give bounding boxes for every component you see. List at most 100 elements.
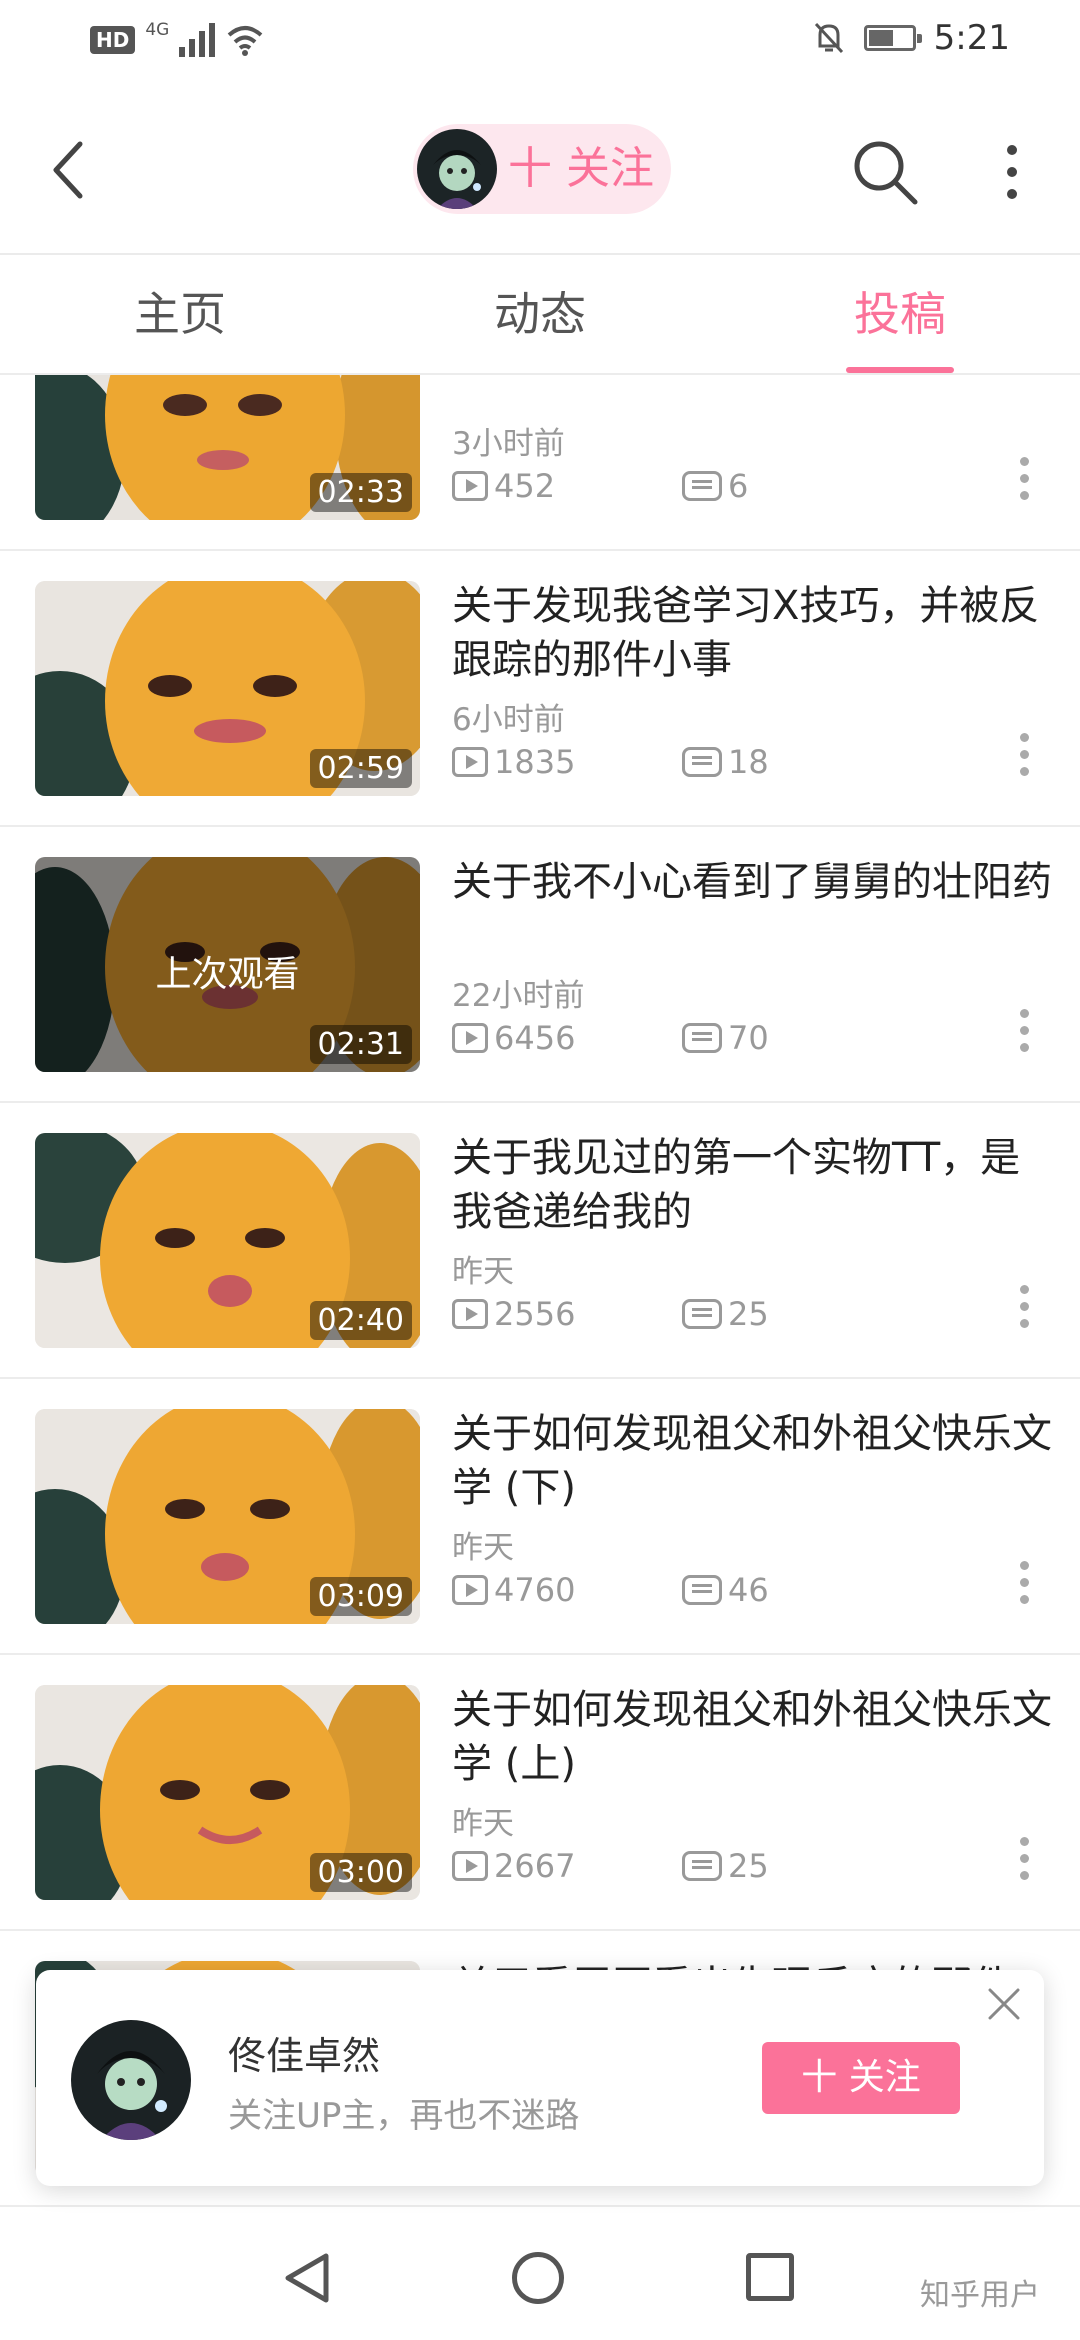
- comment-icon: [682, 747, 722, 777]
- active-tab-indicator: [846, 367, 954, 373]
- video-list[interactable]: 02:33 3小时前 452 6 02:59 关于发现我爸学习X技巧，并被反跟踪…: [0, 375, 1080, 2220]
- follow-label: 十 关注: [508, 143, 654, 194]
- comment-count: 25: [682, 1844, 769, 1888]
- status-right: 5:21: [812, 18, 1010, 58]
- view-count: 4760: [452, 1568, 575, 1612]
- video-title[interactable]: 关于如何发现祖父和外祖父快乐文学 (下): [452, 1407, 1052, 1515]
- comment-icon: [682, 471, 722, 501]
- video-stats: 452 6: [452, 464, 1052, 508]
- battery-icon: [863, 25, 922, 51]
- video-duration: 02:31: [309, 1025, 412, 1064]
- mute-bell-icon: [814, 22, 843, 54]
- play-count-icon: [452, 471, 488, 501]
- play-count-icon: [452, 1299, 488, 1329]
- avatar[interactable]: [71, 2020, 191, 2140]
- watermark: 知乎用户: [920, 2278, 1040, 2313]
- view-count: 2667: [452, 1844, 575, 1888]
- avatar: [417, 129, 497, 209]
- video-time-ago: 6小时前: [452, 702, 565, 738]
- view-count: 452: [452, 464, 555, 508]
- video-thumbnail[interactable]: 上次观看 02:31: [35, 857, 420, 1072]
- system-nav-bar: 知乎用户: [0, 2222, 1080, 2340]
- video-item[interactable]: 上次观看 02:31 关于我不小心看到了舅舅的壮阳药 22小时前 6456 70: [0, 827, 1080, 1103]
- video-item[interactable]: 02:59 关于发现我爸学习X技巧，并被反跟踪的那件小事 6小时前 1835 1…: [0, 551, 1080, 827]
- back-arrow-icon[interactable]: [42, 130, 102, 210]
- status-left: HD 4G: [90, 20, 265, 60]
- comment-count: 6: [682, 464, 748, 508]
- video-item[interactable]: 03:09 关于如何发现祖父和外祖父快乐文学 (下) 昨天 4760 46: [0, 1379, 1080, 1655]
- video-duration: 03:00: [309, 1853, 412, 1892]
- video-title[interactable]: 关于我见过的第一个实物TT，是我爸递给我的: [452, 1131, 1052, 1239]
- wifi-icon: [228, 26, 263, 56]
- nav-home-icon[interactable]: [512, 2252, 564, 2304]
- more-options-icon[interactable]: [1014, 1009, 1034, 1069]
- comment-icon: [682, 1299, 722, 1329]
- video-time-ago: 3小时前: [452, 426, 565, 462]
- nav-back-icon[interactable]: [282, 2252, 332, 2304]
- video-time-ago: 22小时前: [452, 978, 585, 1014]
- video-thumbnail[interactable]: 02:59: [35, 581, 420, 796]
- comment-count: 18: [682, 740, 769, 784]
- video-time-ago: 昨天: [452, 1806, 514, 1842]
- comment-count: 70: [682, 1016, 769, 1060]
- search-icon[interactable]: [845, 132, 925, 212]
- status-bar: HD 4G 5:21: [0, 0, 1080, 90]
- video-title[interactable]: 关于发现我爸学习X技巧，并被反跟踪的那件小事: [452, 579, 1052, 687]
- video-time-ago: 昨天: [452, 1254, 514, 1290]
- play-count-icon: [452, 1575, 488, 1605]
- video-stats: 2556 25: [452, 1292, 1052, 1336]
- top-nav: 十 关注: [0, 90, 1080, 255]
- network-type-label: 4G: [145, 20, 170, 40]
- view-count: 1835: [452, 740, 575, 784]
- header-follow-button[interactable]: 十 关注: [413, 124, 671, 214]
- view-count: 2556: [452, 1292, 575, 1336]
- video-duration: 02:40: [309, 1301, 412, 1340]
- video-duration: 03:09: [309, 1577, 412, 1616]
- close-icon[interactable]: [984, 1984, 1024, 2024]
- hd-badge: HD: [90, 26, 136, 54]
- nav-recents-icon[interactable]: [746, 2253, 794, 2301]
- signal-icon: [179, 23, 216, 57]
- more-vert-icon[interactable]: [995, 132, 1029, 212]
- comment-icon: [682, 1851, 722, 1881]
- video-thumbnail[interactable]: 02:33: [35, 375, 420, 520]
- video-item[interactable]: 02:33 3小时前 452 6: [0, 375, 1080, 551]
- tab-home[interactable]: 主页: [80, 255, 280, 373]
- tab-submissions[interactable]: 投稿: [800, 255, 1000, 373]
- video-stats: 2667 25: [452, 1844, 1052, 1888]
- video-stats: 6456 70: [452, 1016, 1052, 1060]
- more-options-icon[interactable]: [1014, 733, 1034, 793]
- follow-button[interactable]: 十 关注: [762, 2042, 960, 2114]
- follow-prompt-text: 关注UP主，再也不迷路: [228, 2096, 580, 2136]
- video-stats: 4760 46: [452, 1568, 1052, 1612]
- play-count-icon: [452, 1851, 488, 1881]
- comment-count: 46: [682, 1568, 769, 1612]
- video-item[interactable]: 03:00 关于如何发现祖父和外祖父快乐文学 (上) 昨天 2667 25: [0, 1655, 1080, 1931]
- more-options-icon[interactable]: [1014, 1837, 1034, 1897]
- more-options-icon[interactable]: [1014, 1285, 1034, 1345]
- video-title[interactable]: 关于如何发现祖父和外祖父快乐文学 (上): [452, 1683, 1052, 1791]
- video-time-ago: 昨天: [452, 1530, 514, 1566]
- video-thumbnail[interactable]: 02:40: [35, 1133, 420, 1348]
- comment-icon: [682, 1023, 722, 1053]
- view-count: 6456: [452, 1016, 575, 1060]
- tab-bar: 主页 动态 投稿: [0, 255, 1080, 375]
- more-options-icon[interactable]: [1014, 457, 1034, 517]
- more-options-icon[interactable]: [1014, 1561, 1034, 1621]
- follow-prompt-card: 佟佳卓然 关注UP主，再也不迷路 十 关注: [36, 1970, 1044, 2186]
- video-title[interactable]: 关于我不小心看到了舅舅的壮阳药: [452, 855, 1052, 909]
- tab-dynamics[interactable]: 动态: [440, 255, 640, 373]
- comment-count: 25: [682, 1292, 769, 1336]
- uploader-name: 佟佳卓然: [228, 2034, 381, 2078]
- video-thumbnail[interactable]: 03:00: [35, 1685, 420, 1900]
- video-duration: 02:33: [309, 473, 412, 512]
- play-count-icon: [452, 1023, 488, 1053]
- video-duration: 02:59: [309, 749, 412, 788]
- comment-icon: [682, 1575, 722, 1605]
- status-time: 5:21: [933, 18, 1010, 58]
- video-thumbnail[interactable]: 03:09: [35, 1409, 420, 1624]
- video-stats: 1835 18: [452, 740, 1052, 784]
- watched-label: 上次观看: [155, 954, 300, 995]
- play-count-icon: [452, 747, 488, 777]
- video-item[interactable]: 02:40 关于我见过的第一个实物TT，是我爸递给我的 昨天 2556 25: [0, 1103, 1080, 1379]
